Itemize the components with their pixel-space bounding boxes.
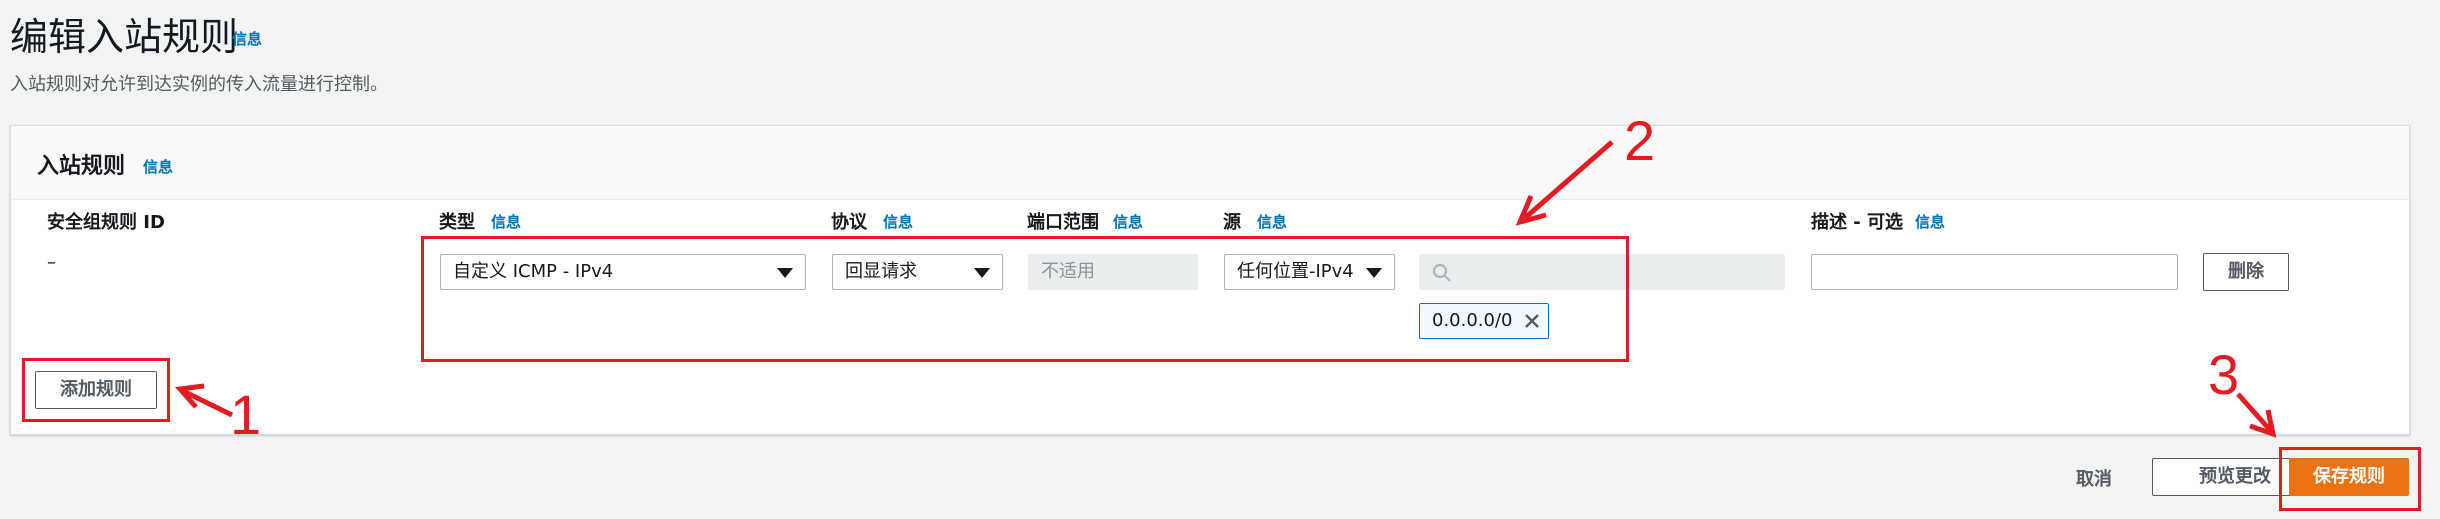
annotation-number-2: 2	[1624, 109, 1656, 172]
annotation-number-1: 1	[230, 383, 262, 446]
arrow-2	[1523, 140, 1614, 220]
arrow-3	[2236, 392, 2272, 432]
annotation-arrows	[174, 140, 2277, 438]
annotation-number-3: 3	[2208, 343, 2240, 406]
